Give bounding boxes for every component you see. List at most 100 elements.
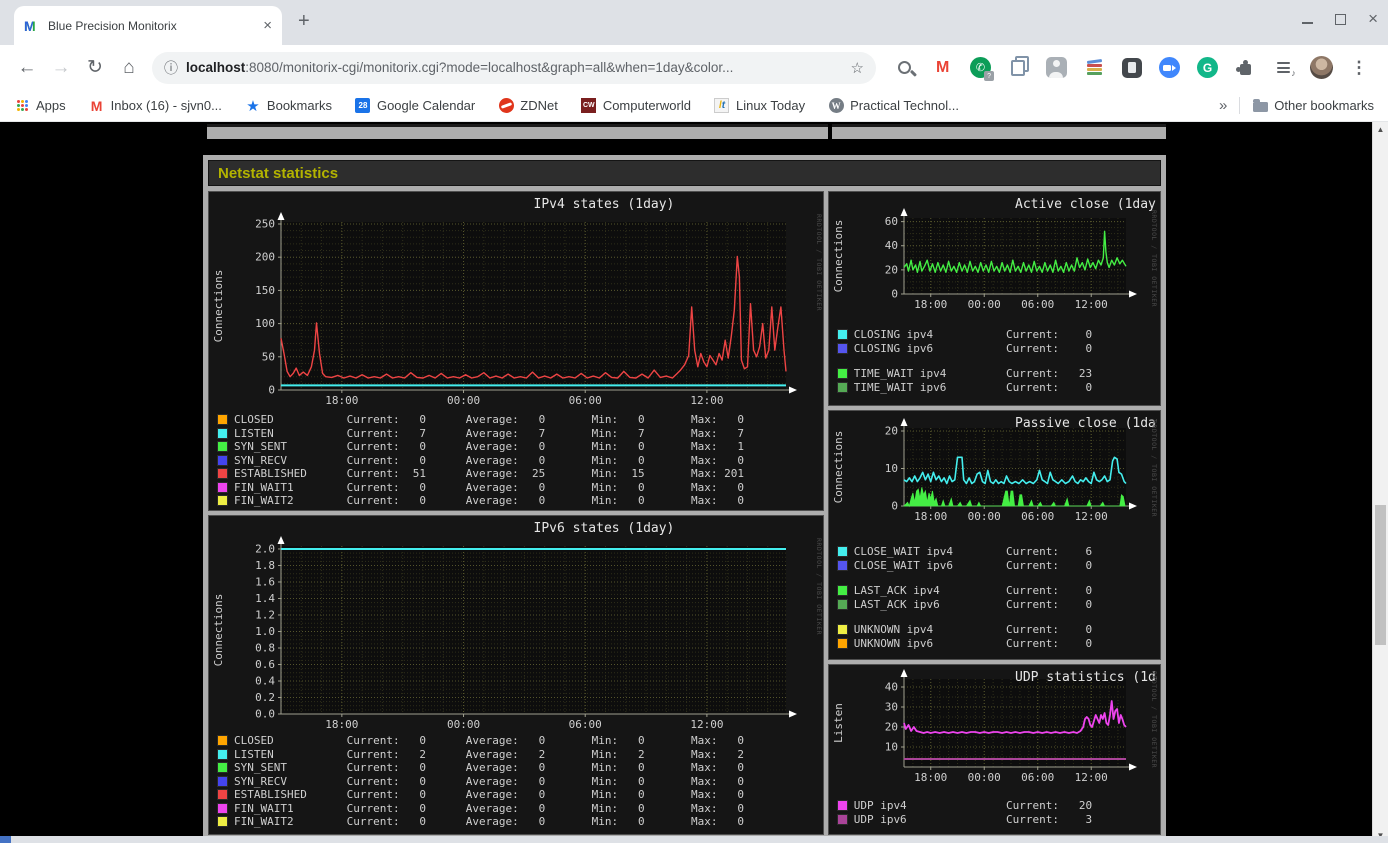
legend-row: LAST_ACK ipv6 Current: 0 (836, 598, 1160, 612)
url-text[interactable]: localhost:8080/monitorix-cgi/monitorix.c… (186, 60, 843, 75)
udp-statistics-panel: 10 20 30 40 18:00 00:00 06:00 12:00 UDP statisti… (827, 664, 1161, 835)
zoom-camera-icon[interactable] (1155, 52, 1185, 84)
folder-icon (1252, 98, 1268, 114)
bookmark-item[interactable]: W Practical Technol... (828, 98, 959, 114)
minimize-button[interactable] (1302, 22, 1314, 24)
svg-text:12:00: 12:00 (690, 394, 723, 407)
svg-text:30: 30 (884, 701, 897, 714)
svg-text:50: 50 (262, 350, 275, 363)
svg-text:60: 60 (884, 215, 897, 228)
bookmark-item[interactable]: CW Computerworld (581, 98, 691, 114)
maximize-button[interactable] (1335, 13, 1347, 25)
forward-button[interactable]: → (44, 51, 78, 85)
home-button[interactable]: ⌂ (112, 51, 146, 85)
search-icon[interactable] (890, 52, 920, 84)
svg-text:06:00: 06:00 (569, 718, 602, 730)
legend-row: UNKNOWN ipv6 Current: 0 (836, 637, 1160, 651)
legend-row: TIME_WAIT ipv4 Current: 23 (836, 367, 1160, 381)
svg-text:RRDTOOL / TOBI OETIKER: RRDTOOL / TOBI OETIKER (1150, 420, 1157, 517)
bookmark-item[interactable]: M Inbox (16) - sjvn0... (89, 98, 222, 114)
bookmark-item[interactable]: Apps (14, 98, 66, 114)
svg-text:0.0: 0.0 (255, 708, 275, 721)
books-icon[interactable] (1079, 52, 1109, 84)
svg-text:20: 20 (884, 721, 897, 734)
svg-text:RRDTOOL / TOBI OETIKER: RRDTOOL / TOBI OETIKER (1150, 671, 1157, 768)
tab-close-icon[interactable]: × (263, 17, 272, 34)
address-bar[interactable]: ⓘ localhost:8080/monitorix-cgi/monitorix… (152, 51, 876, 84)
svg-text:1.0: 1.0 (255, 625, 275, 638)
svg-text:0.4: 0.4 (255, 674, 275, 687)
contact-icon[interactable] (1041, 52, 1071, 84)
bookmarks-divider (1239, 97, 1241, 114)
svg-text:1.8: 1.8 (255, 559, 275, 572)
browser-toolbar: ← → ↻ ⌂ ⓘ localhost:8080/monitorix-cgi/m… (0, 45, 1388, 90)
menu-dots-icon[interactable]: ⋮ (1344, 52, 1374, 84)
bookmark-item[interactable]: 28 Google Calendar (355, 98, 475, 114)
ipv4-states-panel: 0 50 100 150 200 250 18:00 00:00 06:00 12:00 IPv4 … (208, 191, 824, 511)
udp-statistics-legend: UDP ipv4 Current: 20 UDP ipv6 Current: 3 (836, 799, 1160, 827)
svg-text:10: 10 (884, 741, 897, 754)
ipv6-states-graph[interactable]: 0.0 0.2 0.4 0.6 0.8 1.0 1.2 1.4 1.6 1.8 2.0 18:00 00… (209, 516, 822, 730)
grammarly-icon[interactable]: G (1193, 52, 1223, 84)
svg-text:0.2: 0.2 (255, 691, 275, 704)
bookmarks-overflow-icon[interactable]: » (1219, 97, 1227, 114)
cw-icon: CW (581, 98, 597, 114)
svg-text:Active close (1day): Active close (1day) (1015, 197, 1157, 212)
legend-row: ESTABLISHED Current: 51 Average: 25 Min:… (217, 467, 823, 481)
svg-text:18:00: 18:00 (914, 298, 947, 311)
copy-icon[interactable] (1003, 52, 1033, 84)
bookmark-item[interactable]: l t Linux Today (714, 98, 805, 114)
bookmark-label: Inbox (16) - sjvn0... (110, 98, 222, 113)
monitorix-favicon: M M (24, 17, 36, 34)
legend-row: LISTEN Current: 2 Average: 2 Min: 2 Max:… (217, 748, 823, 762)
svg-text:150: 150 (255, 284, 275, 297)
svg-text:18:00: 18:00 (325, 718, 358, 730)
url-path: :8080/monitorix-cgi/monitorix.cgi?mode=l… (245, 60, 734, 75)
extensions-puzzle-icon[interactable] (1230, 52, 1260, 84)
passive-close-graph[interactable]: 0 10 20 18:00 00:00 06:00 12:00 Passive close (… (829, 411, 1157, 539)
bookmark-label: ZDNet (520, 98, 558, 113)
udp-statistics-graph[interactable]: 10 20 30 40 18:00 00:00 06:00 12:00 UDP statisti… (829, 665, 1157, 793)
new-tab-button[interactable]: + (298, 10, 310, 33)
playlist-icon[interactable]: ♪ (1268, 52, 1298, 84)
ipv6-states-panel: 0.0 0.2 0.4 0.6 0.8 1.0 1.2 1.4 1.6 1.8 2.0 18:00 00… (208, 515, 824, 835)
gmail-icon[interactable]: M (928, 52, 958, 84)
legend-row: CLOSE_WAIT ipv6 Current: 0 (836, 559, 1160, 573)
reload-button[interactable]: ↻ (78, 51, 112, 85)
scrollbar-thumb[interactable] (1375, 505, 1386, 645)
bookmark-item[interactable]: ZDNet (498, 98, 558, 114)
svg-text:10: 10 (884, 462, 897, 475)
vertical-scrollbar[interactable]: ▲ ▼ (1372, 122, 1388, 843)
svg-text:Passive close (1day): Passive close (1day) (1015, 416, 1157, 431)
active-close-legend: CLOSING ipv4 Current: 0 CLOSING ipv6 Curr… (836, 328, 1160, 394)
left-column: 0 50 100 150 200 250 18:00 00:00 06:00 12:00 IPv4 … (208, 191, 824, 835)
wordpress-icon: W (828, 98, 844, 114)
reader-icon[interactable] (1117, 52, 1147, 84)
ipv4-states-graph[interactable]: 0 50 100 150 200 250 18:00 00:00 06:00 12:00 IPv4 … (209, 192, 822, 408)
svg-text:UDP statistics (1day): UDP statistics (1day) (1015, 670, 1157, 685)
svg-text:1.4: 1.4 (255, 592, 275, 605)
svg-text:00:00: 00:00 (447, 718, 480, 730)
legend-row: SYN_SENT Current: 0 Average: 0 Min: 0 Ma… (217, 440, 823, 454)
svg-text:00:00: 00:00 (967, 771, 1000, 784)
back-button[interactable]: ← (10, 51, 44, 85)
other-bookmarks-button[interactable]: Other bookmarks (1252, 98, 1374, 114)
browser-tab[interactable]: M M Blue Precision Monitorix × (14, 6, 282, 45)
bookmark-item[interactable]: ★ Bookmarks (245, 97, 332, 115)
active-close-graph[interactable]: 0 20 40 60 18:00 00:00 06:00 12:00 Active close … (829, 192, 1157, 320)
legend-row: UDP ipv6 Current: 3 (836, 813, 1160, 827)
bookmark-label: Practical Technol... (850, 98, 959, 113)
scroll-up-icon[interactable]: ▲ (1373, 122, 1388, 137)
profile-avatar[interactable] (1306, 52, 1336, 84)
svg-text:100: 100 (255, 317, 275, 330)
page-info-icon[interactable]: ⓘ (164, 58, 178, 78)
url-host: localhost (186, 60, 246, 75)
legend-row: FIN_WAIT2 Current: 0 Average: 0 Min: 0 M… (217, 494, 823, 508)
tab-title: Blue Precision Monitorix (48, 18, 177, 33)
svg-text:RRDTOOL / TOBI OETIKER: RRDTOOL / TOBI OETIKER (815, 214, 822, 311)
bookmark-star-icon[interactable]: ☆ (851, 59, 864, 77)
voice-icon[interactable]: ✆ (966, 52, 996, 84)
svg-text:Listen: Listen (832, 703, 845, 743)
window-close-button[interactable]: × (1368, 10, 1378, 27)
star-icon: ★ (246, 97, 260, 115)
